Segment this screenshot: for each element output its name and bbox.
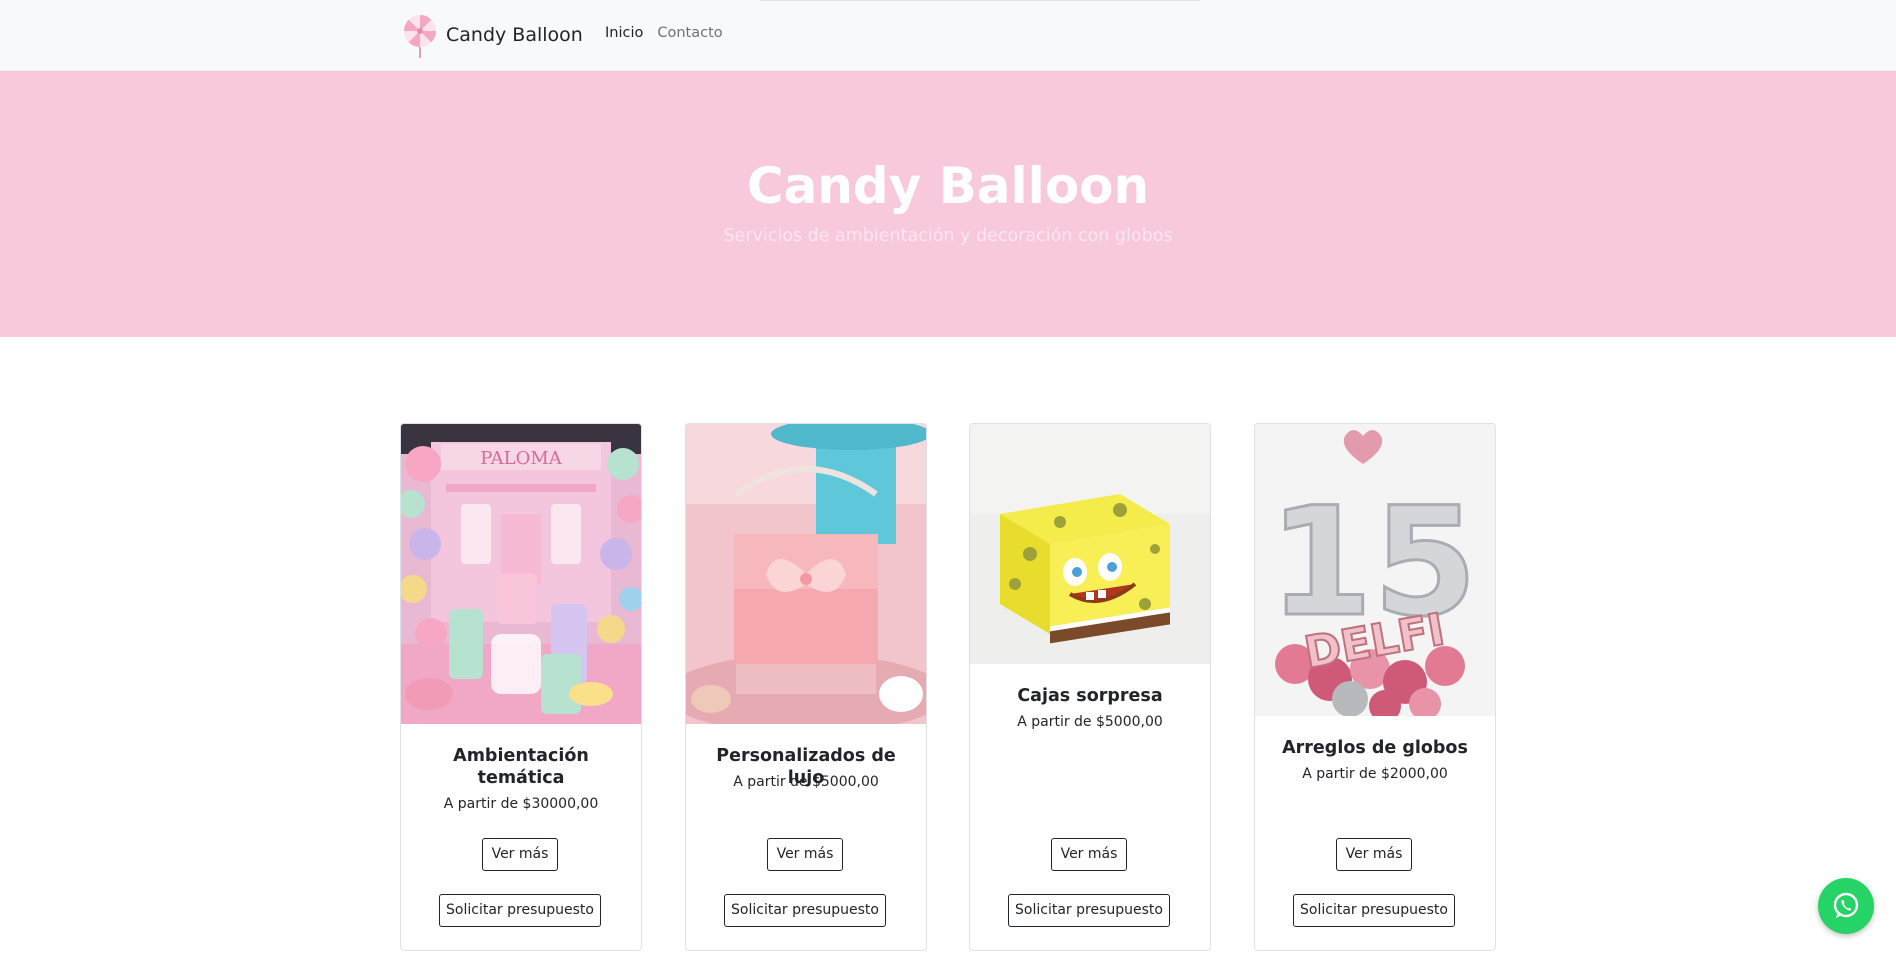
card-image-party-table: PALOMA [401, 424, 641, 724]
hero-subtitle: Servicios de ambientación y decoración c… [723, 226, 1173, 246]
ver-mas-button[interactable]: Ver más [482, 838, 558, 871]
nav-link-contacto[interactable]: Contacto [657, 25, 722, 41]
service-card: Cajas sorpresa A partir de $5000,00 Ver … [969, 423, 1211, 951]
card-title: Ambientación temática [453, 746, 589, 788]
card-price: A partir de $30000,00 [443, 796, 599, 812]
service-card: 15 DELFI Arreglos de globos A partir de … [1254, 423, 1496, 951]
card-image-gift-bag [686, 424, 926, 724]
card-price: A partir de $5000,00 [733, 774, 879, 790]
navbar: Candy Balloon Inicio Contacto [0, 0, 1896, 71]
ver-mas-button[interactable]: Ver más [1051, 838, 1127, 871]
nav-link-inicio[interactable]: Inicio [605, 25, 643, 41]
card-image-spongebob-box [970, 424, 1210, 664]
service-card: PALOMA Ambientación temática A partir de… [400, 423, 642, 951]
card-title: Cajas sorpresa [1017, 686, 1163, 706]
ver-mas-button[interactable]: Ver más [767, 838, 843, 871]
ver-mas-button[interactable]: Ver más [1336, 838, 1412, 871]
hero-banner: Candy Balloon Servicios de ambientación … [0, 71, 1896, 337]
card-image-balloon-15: 15 DELFI [1255, 424, 1495, 716]
whatsapp-button[interactable] [1818, 878, 1874, 934]
solicitar-presupuesto-button[interactable]: Solicitar presupuesto [724, 894, 886, 927]
card-price: A partir de $5000,00 [1017, 714, 1163, 730]
solicitar-presupuesto-button[interactable]: Solicitar presupuesto [439, 894, 601, 927]
solicitar-presupuesto-button[interactable]: Solicitar presupuesto [1293, 894, 1455, 927]
service-card: Personalizados de lujo A partir de $5000… [685, 423, 927, 951]
solicitar-presupuesto-button[interactable]: Solicitar presupuesto [1008, 894, 1170, 927]
card-price: A partir de $2000,00 [1302, 766, 1448, 782]
hero-title: Candy Balloon [746, 157, 1150, 215]
brand-name: Candy Balloon [446, 24, 583, 46]
brand-link[interactable]: Candy Balloon [400, 11, 583, 59]
card-title: Arreglos de globos [1282, 738, 1468, 758]
nav-links: Inicio Contacto [605, 25, 723, 41]
services-grid: PALOMA Ambientación temática A partir de… [400, 423, 1496, 963]
top-divider [760, 0, 1200, 1]
candy-logo-icon [404, 15, 436, 58]
paloma-sign-text: PALOMA [480, 448, 563, 469]
whatsapp-icon [1833, 892, 1859, 918]
